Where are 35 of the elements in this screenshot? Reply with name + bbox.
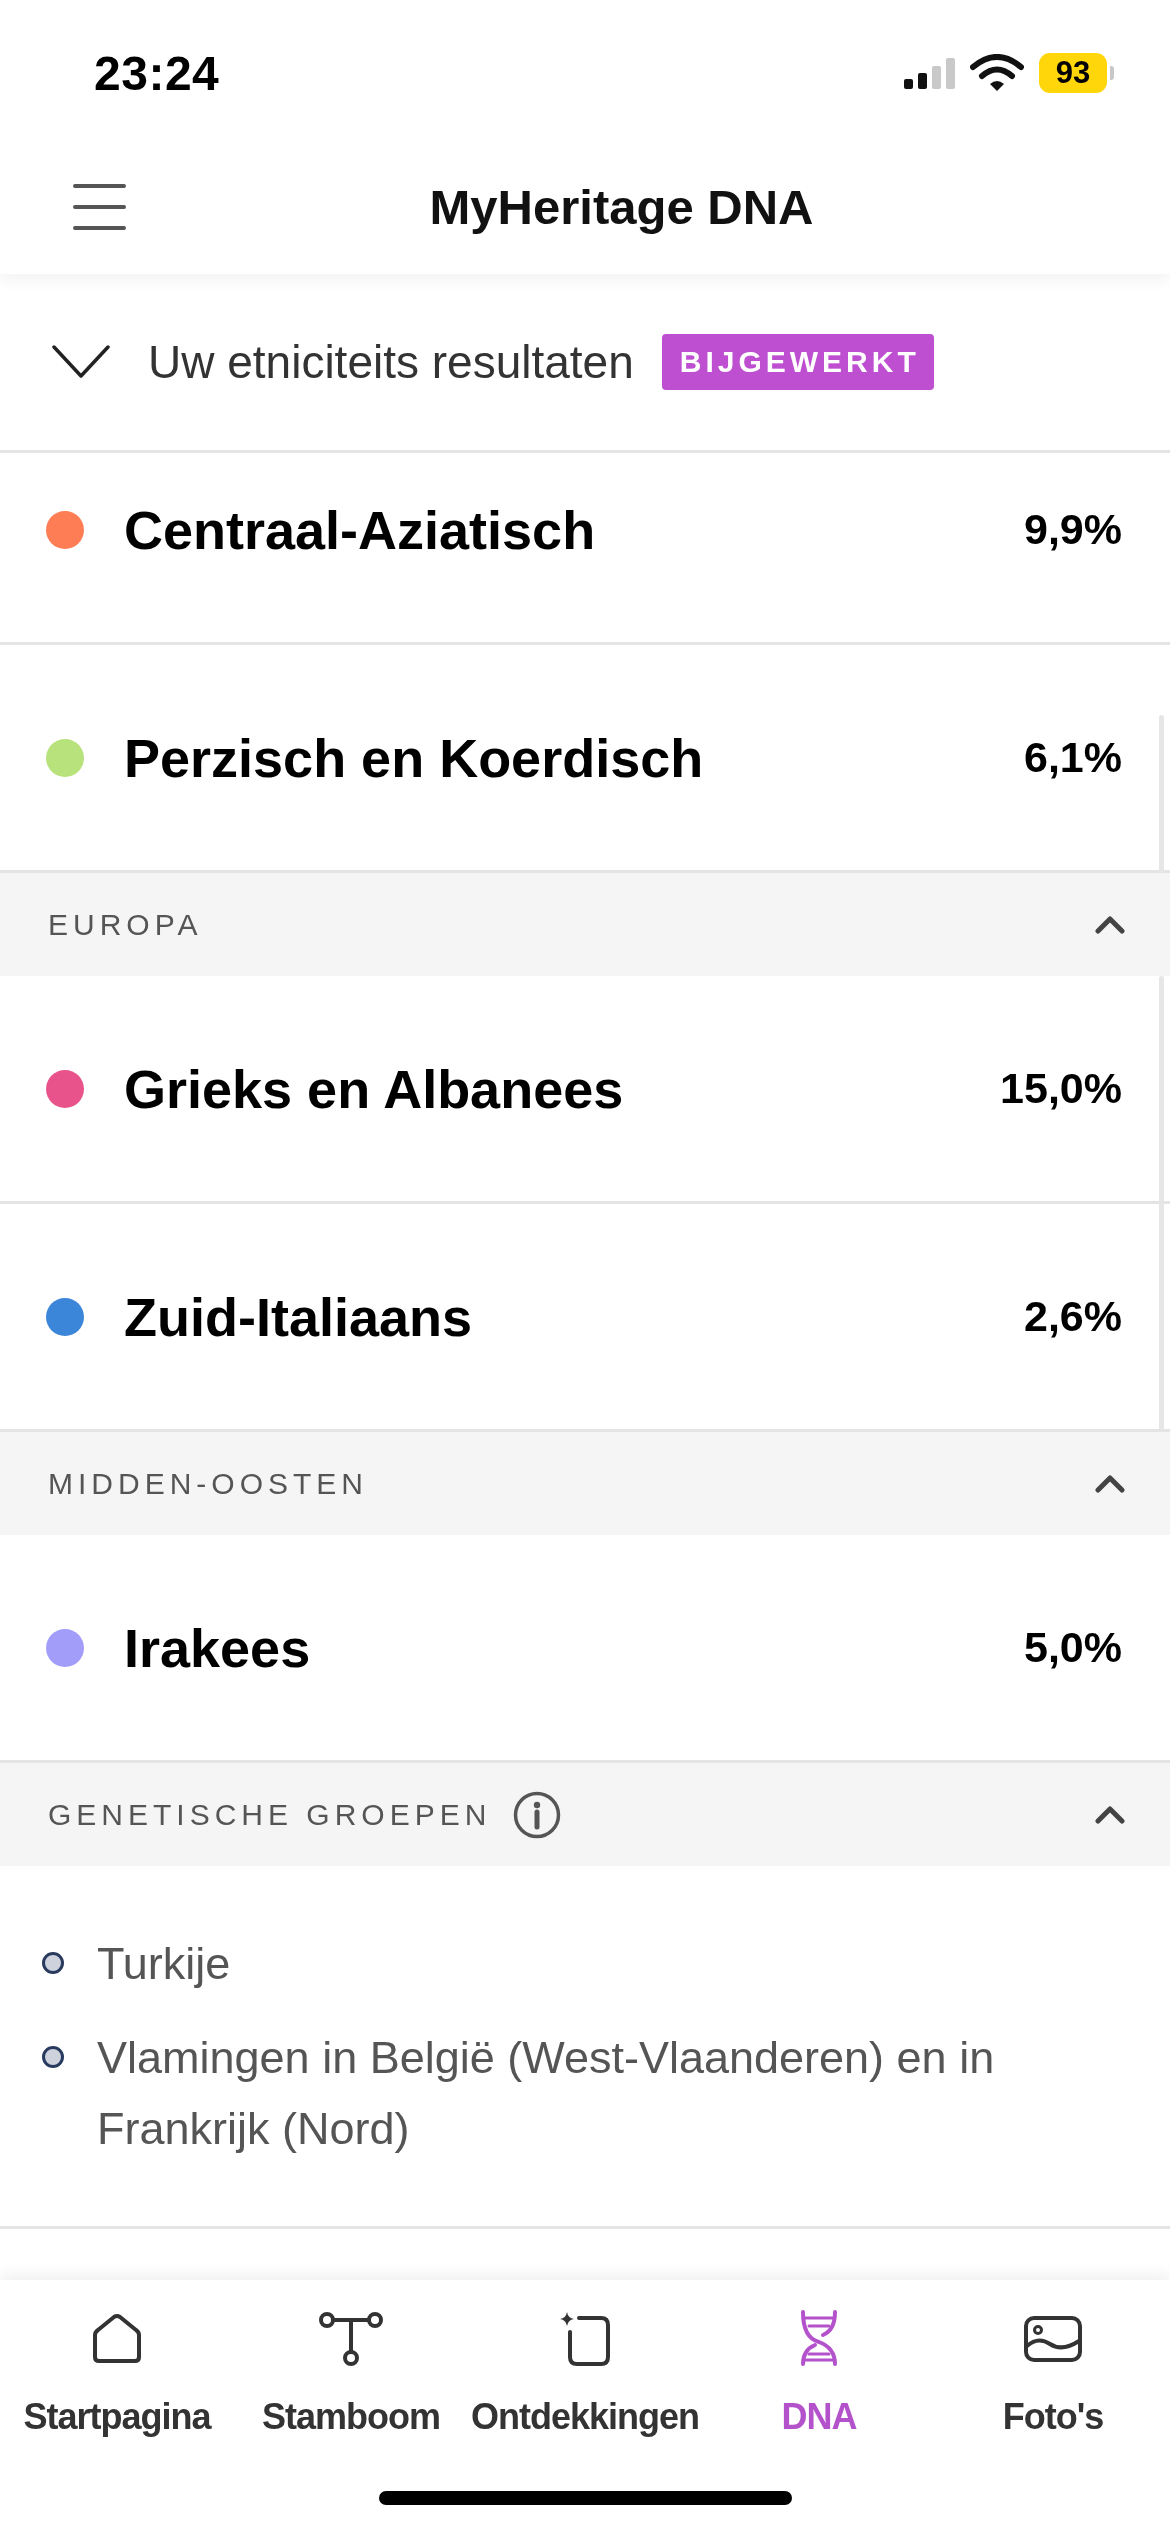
chevron-up-icon — [1095, 1474, 1125, 1493]
app-title: MyHeritage DNA — [429, 179, 814, 235]
ethnicity-percentage: 2,6% — [1024, 1292, 1122, 1341]
menu-icon[interactable] — [73, 183, 126, 231]
ethnicity-percentage: 6,1% — [1024, 733, 1122, 782]
section-header[interactable]: GENETISCHE GROEPEN — [0, 1763, 1170, 1866]
signal-icon — [904, 57, 955, 89]
bullet-icon — [42, 1952, 64, 1974]
genetic-group-name: Vlamingen in België (West-Vlaanderen) en in Frankrijk (Nord) — [97, 2031, 996, 2156]
ethnicity-name: Grieks en Albanees — [124, 1057, 624, 1120]
section-header[interactable]: MIDDEN-OOSTEN — [0, 1432, 1170, 1535]
nav-tab[interactable]: Stamboom — [234, 2280, 468, 2439]
genetic-group-name: Turkije — [97, 1937, 232, 1991]
ethnicity-percentage: 5,0% — [1024, 1623, 1122, 1672]
chevron-down-icon[interactable] — [52, 345, 110, 379]
ethnicity-name: Irakees — [124, 1616, 311, 1679]
info-icon[interactable] — [513, 1790, 562, 1839]
nav-tab[interactable]: Foto's — [936, 2280, 1170, 2439]
chevron-up-icon — [1095, 915, 1125, 934]
ethnicity-percentage: 9,9% — [1024, 505, 1122, 554]
ethnicity-percentage: 15,0% — [1000, 1064, 1122, 1113]
nav-tab[interactable]: Ontdekkingen — [468, 2280, 702, 2439]
summary-title: Uw etniciteits resultaten — [148, 335, 634, 389]
wifi-icon — [970, 54, 1024, 92]
ethnicity-name: Perzisch en Koerdisch — [124, 726, 704, 789]
nav-tab[interactable]: Startpagina — [0, 2280, 234, 2439]
battery-indicator: 93 — [1039, 53, 1114, 93]
bullet-icon — [42, 2046, 64, 2068]
updated-badge: BIJGEWERKT — [661, 334, 934, 390]
ethnicity-name: Zuid-Italiaans — [124, 1285, 473, 1348]
chevron-up-icon — [1095, 1805, 1125, 1824]
status-time: 23:24 — [94, 45, 220, 101]
nav-tab[interactable]: DNA — [702, 2280, 936, 2439]
ethnicity-name: Centraal-Aziatisch — [124, 498, 596, 561]
section-header[interactable]: EUROPA — [0, 873, 1170, 976]
